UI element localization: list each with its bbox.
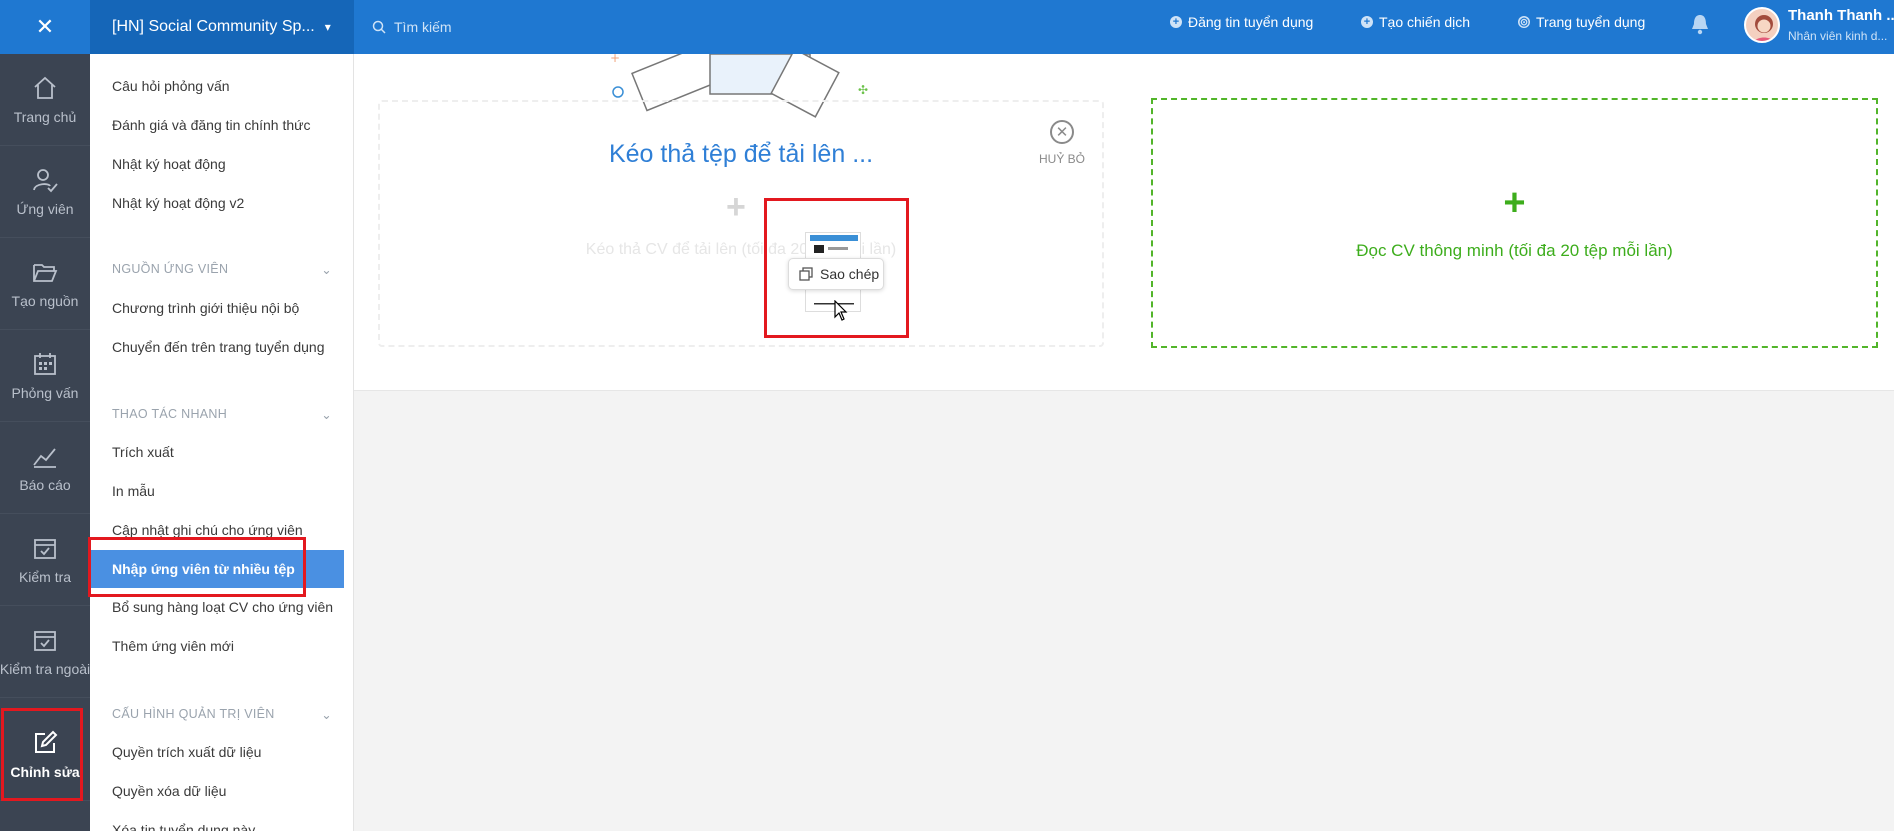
sidebar-menu: Câu hỏi phỏng vấn Đánh giá và đăng tin c… bbox=[90, 54, 354, 831]
create-campaign-label: Tạo chiến dịch bbox=[1379, 14, 1471, 30]
career-page-label: Trang tuyển dụng bbox=[1536, 14, 1646, 30]
rail-label: Ứng viên bbox=[16, 200, 74, 217]
create-campaign-link[interactable]: + Tạo chiến dịch bbox=[1361, 14, 1470, 30]
menu-item-add-candidate[interactable]: Thêm ứng viên mới bbox=[112, 638, 234, 654]
line-chart-icon bbox=[33, 447, 56, 468]
close-menu-button[interactable]: ✕ bbox=[0, 0, 90, 54]
section-admin-config[interactable]: Cấu hình quản trị viên ⌄ bbox=[112, 707, 332, 722]
rail-label: Chỉnh sửa bbox=[10, 763, 80, 780]
plus-icon: + bbox=[726, 188, 746, 226]
rail-item-tests[interactable]: Kiểm tra bbox=[0, 514, 90, 606]
menu-item-interview-questions[interactable]: Câu hỏi phỏng vấn bbox=[112, 78, 230, 94]
rail-label: Phỏng vấn bbox=[11, 384, 79, 401]
drop-hint: Kéo thả CV để tải lên (tối đa 20 tệp mỗi… bbox=[585, 241, 897, 258]
menu-item-referral[interactable]: Chương trình giới thiệu nội bộ bbox=[112, 300, 299, 316]
menu-item-activity-log[interactable]: Nhật ký hoạt động bbox=[112, 156, 226, 172]
chevron-down-icon: ⌄ bbox=[321, 708, 332, 722]
section-title: Thao tác nhanh bbox=[112, 407, 228, 421]
copy-tooltip: Sao chép bbox=[788, 258, 884, 290]
avatar[interactable] bbox=[1744, 7, 1780, 43]
drop-title: Kéo thả tệp để tải lên ... bbox=[608, 140, 874, 168]
bell-icon[interactable] bbox=[1690, 12, 1710, 36]
menu-item-import-candidates[interactable]: Nhập ứng viên từ nhiều tệp bbox=[90, 550, 344, 588]
section-title: Nguồn ứng viên bbox=[112, 262, 229, 276]
section-quick-actions[interactable]: Thao tác nhanh ⌄ bbox=[112, 407, 332, 422]
menu-item-export-permission[interactable]: Quyền trích xuất dữ liệu bbox=[112, 744, 261, 760]
search-placeholder: Tìm kiếm bbox=[394, 19, 452, 35]
globe-icon: ◎ bbox=[1518, 16, 1530, 28]
menu-item-career-page[interactable]: Chuyển đến trên trang tuyển dụng bbox=[112, 339, 325, 355]
rail-label: Tạo nguồn bbox=[11, 292, 79, 309]
rail-label: Trang chủ bbox=[13, 108, 77, 125]
plus-circle-icon: + bbox=[1170, 16, 1182, 28]
rail-item-external-tests[interactable]: Kiểm tra ngoài bbox=[0, 606, 90, 698]
chevron-down-icon: ▾ bbox=[324, 20, 331, 34]
rail-item-interviews[interactable]: Phỏng vấn bbox=[0, 330, 90, 422]
edit-icon bbox=[35, 730, 58, 753]
menu-item-print-template[interactable]: In mẫu bbox=[112, 483, 155, 499]
menu-item-delete-job[interactable]: Xóa tin tuyển dụng này bbox=[112, 822, 255, 831]
rail-item-reports[interactable]: Báo cáo bbox=[0, 422, 90, 514]
user-role: Nhân viên kinh d... bbox=[1788, 29, 1888, 43]
calendar-check-icon bbox=[34, 630, 56, 651]
rail-label: Báo cáo bbox=[19, 476, 71, 493]
menu-item-bulk-cv[interactable]: Bổ sung hàng loạt CV cho ứng viên bbox=[112, 599, 333, 615]
home-icon bbox=[34, 76, 56, 99]
section-title: Cấu hình quản trị viên bbox=[112, 707, 275, 721]
user-check-icon bbox=[33, 168, 58, 192]
menu-item-delete-permission[interactable]: Quyền xóa dữ liệu bbox=[112, 783, 226, 799]
rail-item-candidates[interactable]: Ứng viên bbox=[0, 146, 90, 238]
user-name[interactable]: Thanh Thanh ... bbox=[1788, 7, 1894, 24]
menu-item-activity-log-v2[interactable]: Nhật ký hoạt động v2 bbox=[112, 195, 244, 211]
workspace-selector[interactable]: [HN] Social Community Sp... ▾ bbox=[90, 0, 354, 54]
rail-item-sourcing[interactable]: Tạo nguồn bbox=[0, 238, 90, 330]
svg-text:+: + bbox=[610, 54, 620, 65]
plus-circle-icon: + bbox=[1361, 16, 1373, 28]
cancel-label: HUỶ BỎ bbox=[1038, 152, 1085, 166]
copy-tooltip-label: Sao chép bbox=[820, 266, 880, 282]
chevron-down-icon: ⌄ bbox=[321, 263, 332, 277]
career-page-link[interactable]: ◎ Trang tuyển dụng bbox=[1518, 14, 1645, 30]
post-job-label: Đăng tin tuyển dụng bbox=[1188, 14, 1314, 30]
cursor-icon bbox=[834, 300, 848, 321]
menu-item-update-notes[interactable]: Cập nhật ghi chú cho ứng viên bbox=[112, 522, 303, 538]
chevron-down-icon: ⌄ bbox=[321, 408, 332, 422]
calendar-icon bbox=[34, 352, 56, 375]
close-icon: ✕ bbox=[35, 14, 55, 39]
menu-item-extract[interactable]: Trích xuất bbox=[112, 444, 174, 460]
workspace-name: [HN] Social Community Sp... bbox=[112, 18, 315, 35]
plus-icon: + bbox=[1503, 182, 1526, 224]
calendar-check-icon bbox=[34, 538, 56, 559]
section-candidate-source[interactable]: Nguồn ứng viên ⌄ bbox=[112, 262, 332, 277]
rail-label: Kiểm tra bbox=[18, 568, 72, 585]
cancel-button[interactable]: ✕ HUỶ BỎ bbox=[1036, 120, 1088, 166]
post-job-link[interactable]: + Đăng tin tuyển dụng bbox=[1170, 14, 1313, 30]
svg-text:✣: ✣ bbox=[858, 83, 868, 97]
rail-item-edit[interactable]: Chỉnh sửa bbox=[0, 709, 90, 801]
smart-cv-label: Đọc CV thông minh (tối đa 20 tệp mỗi lần… bbox=[1356, 241, 1673, 260]
icon-rail: Trang chủ Ứng viên Tạo nguồn Phỏng vấn B… bbox=[0, 54, 90, 831]
rail-item-home[interactable]: Trang chủ bbox=[0, 54, 90, 146]
menu-item-evaluation[interactable]: Đánh giá và đăng tin chính thức bbox=[112, 117, 311, 133]
search-input[interactable]: Tìm kiếm bbox=[372, 12, 452, 42]
rail-label: Kiểm tra ngoài bbox=[0, 660, 91, 677]
copy-icon bbox=[799, 267, 813, 281]
top-bar: ✕ [HN] Social Community Sp... ▾ Tìm kiếm… bbox=[0, 0, 1894, 54]
close-circle-icon: ✕ bbox=[1050, 120, 1074, 144]
folder-open-icon bbox=[33, 263, 58, 282]
search-icon bbox=[372, 20, 386, 34]
